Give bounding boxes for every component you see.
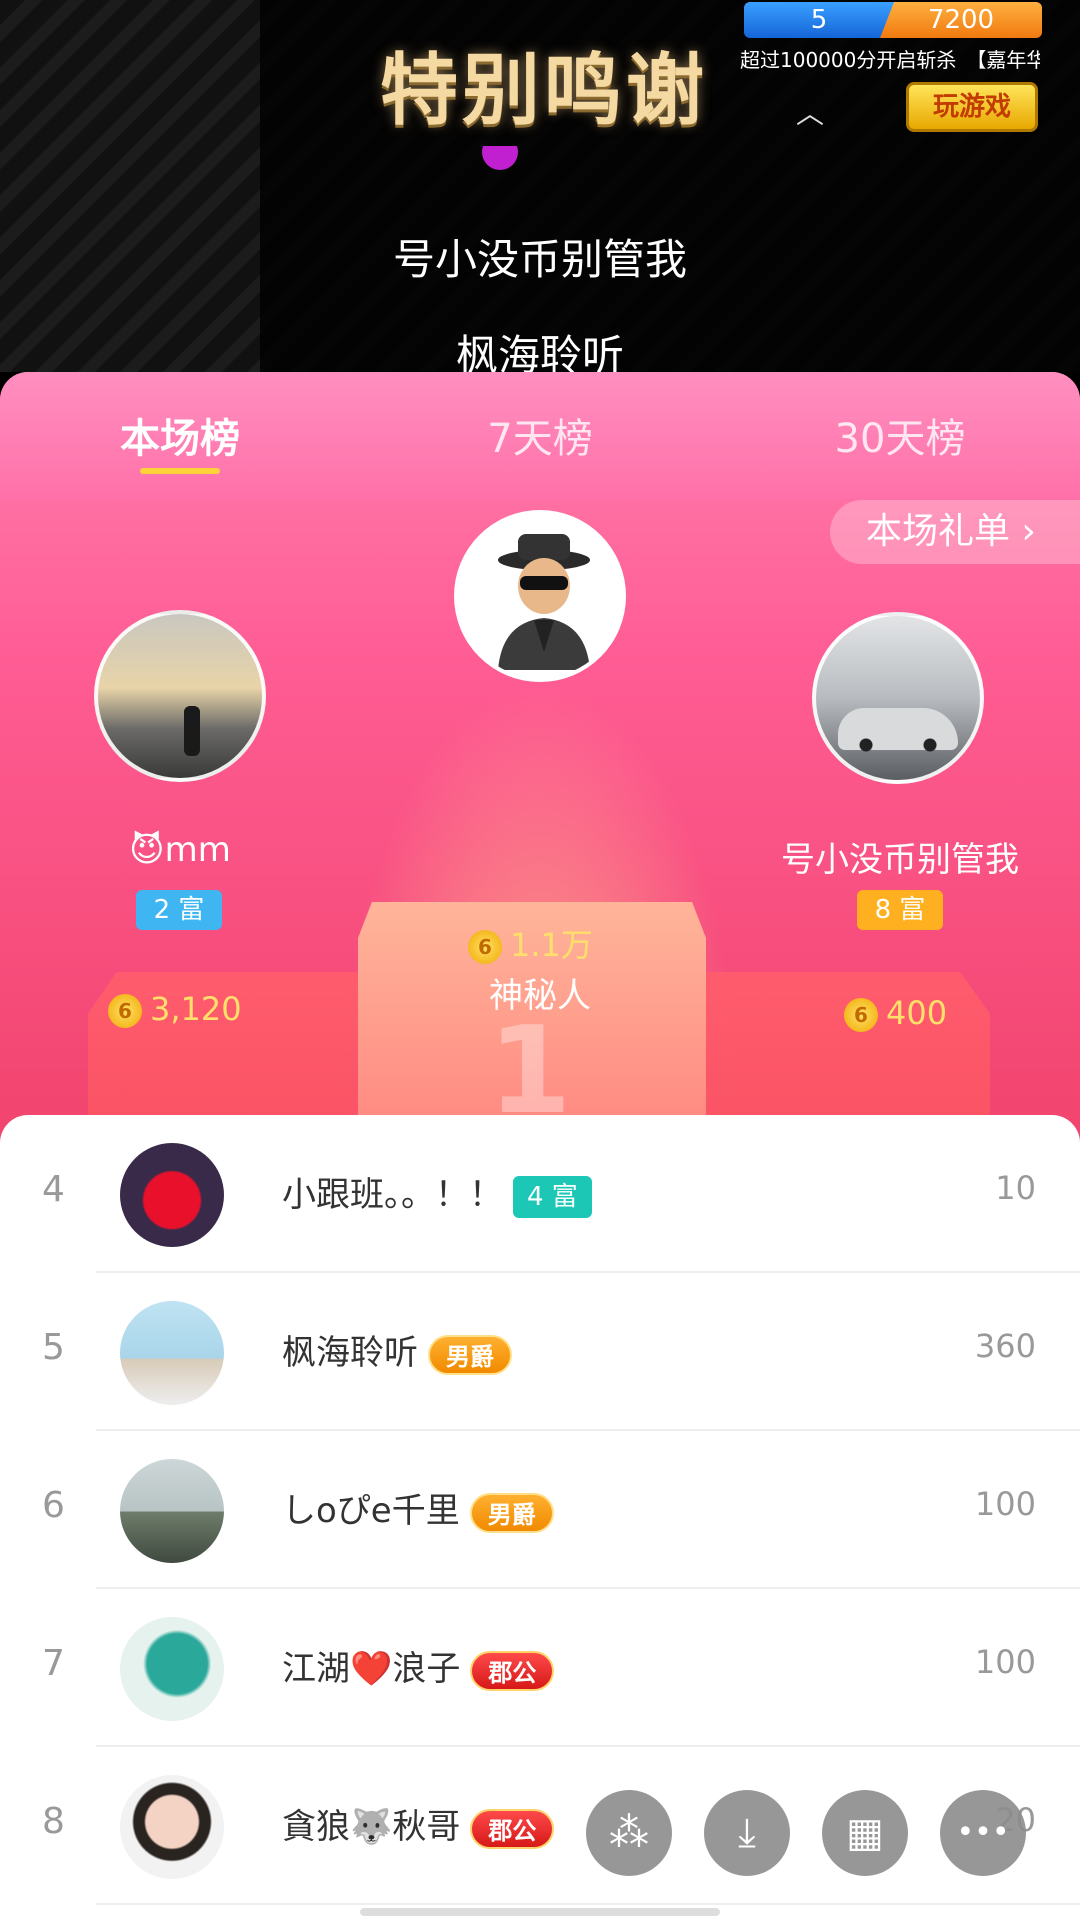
third-place-amount: 6 400 xyxy=(844,994,947,1032)
user-name-row: 貪狼🐺秋哥 郡公 xyxy=(282,1799,555,1849)
gift-list-button[interactable]: 本场礼单 › xyxy=(830,500,1080,564)
ranking-list: 4 小跟班。。！！ 4 富 10 5 枫海聆听 男爵 360 6 しoぴe千里 男爵 … xyxy=(0,1115,1080,1920)
credit-name: 号小没币别管我 xyxy=(392,235,687,284)
tab-7-days[interactable]: 7天榜 xyxy=(360,372,720,500)
noble-badge: 郡公 xyxy=(470,1808,555,1849)
avatar[interactable] xyxy=(120,1459,224,1563)
avatar-second[interactable] xyxy=(94,610,266,782)
chevron-up-icon[interactable]: ︿ xyxy=(796,92,824,132)
noble-badge: 男爵 xyxy=(469,1492,554,1533)
avatar-first[interactable] xyxy=(454,510,626,682)
credit-name: 枫海聆听 xyxy=(455,331,624,372)
noble-badge: 郡公 xyxy=(470,1650,555,1691)
home-indicator xyxy=(360,1908,720,1916)
second-place-level-badge: 2 富 xyxy=(136,890,222,930)
rank-number: 4 xyxy=(42,1169,65,1210)
second-place-amount: 6 3,120 xyxy=(108,990,242,1028)
user-name-row: 江湖❤️浪子 郡公 xyxy=(282,1641,555,1691)
tab-30-days[interactable]: 30天榜 xyxy=(720,372,1080,500)
game-score-bar[interactable]: 5 7200 xyxy=(744,2,1042,38)
user-name-row: 小跟班。。！！ 4 富 xyxy=(282,1167,592,1218)
list-item[interactable]: 6 しoぴe千里 男爵 100 xyxy=(0,1431,1080,1589)
score: 360 xyxy=(974,1327,1036,1365)
credit-partial-avatar xyxy=(482,146,522,174)
tab-underline xyxy=(140,468,220,474)
grid-icon[interactable]: ▦ xyxy=(822,1790,908,1876)
rank-number: 8 xyxy=(42,1801,65,1842)
third-place-name: 号小没币别管我 xyxy=(781,840,1019,880)
download-icon[interactable]: ⤓ xyxy=(704,1790,790,1876)
avatar[interactable] xyxy=(120,1775,224,1879)
mystery-person-icon xyxy=(498,534,590,670)
rank-number: 6 xyxy=(42,1485,65,1526)
car-picture xyxy=(838,708,958,752)
play-game-button[interactable]: 玩游戏 xyxy=(906,82,1038,132)
game-marquee: 超过100000分开启斩杀 【嘉年华 xyxy=(740,48,1040,72)
avatar[interactable] xyxy=(120,1143,224,1247)
score-right: 7200 xyxy=(880,2,1042,38)
tab-this-show[interactable]: 本场榜 xyxy=(0,372,360,500)
second-place-name: 😈mm xyxy=(129,830,231,870)
coin-icon: 6 xyxy=(468,930,502,964)
coin-icon: 6 xyxy=(844,998,878,1032)
level-badge: 4 富 xyxy=(513,1175,592,1218)
score: 10 xyxy=(995,1169,1036,1207)
avatar[interactable] xyxy=(120,1617,224,1721)
rank-number: 5 xyxy=(42,1327,65,1368)
list-item[interactable]: 5 枫海聆听 男爵 360 xyxy=(0,1273,1080,1431)
avatar[interactable] xyxy=(120,1301,224,1405)
share-icon[interactable]: ⁂ xyxy=(586,1790,672,1876)
special-thanks-title: 特别鸣谢 xyxy=(380,46,709,136)
user-name-row: 枫海聆听 男爵 xyxy=(282,1325,512,1375)
first-place-name: 神秘人 xyxy=(489,976,591,1016)
more-icon[interactable]: ••• xyxy=(940,1790,1026,1876)
rank-number: 7 xyxy=(42,1643,65,1684)
divider xyxy=(96,1903,1080,1905)
user-name-row: しoぴe千里 男爵 xyxy=(282,1483,554,1533)
score: 100 xyxy=(974,1643,1036,1681)
list-item[interactable]: 8 貪狼🐺秋哥郡公 20 xyxy=(0,1747,1080,1905)
first-place-amount: 6 1.1万 xyxy=(468,920,593,966)
score-left: 5 xyxy=(744,2,894,38)
tab-bar: 本场榜 7天榜 30天榜 xyxy=(0,372,1080,500)
list-item[interactable]: 7 江湖❤️浪子 郡公 100 xyxy=(0,1589,1080,1747)
person-silhouette xyxy=(184,706,200,756)
score: 100 xyxy=(974,1485,1036,1523)
avatar-third[interactable] xyxy=(812,612,984,784)
third-place-level-badge: 8 富 xyxy=(857,890,943,930)
noble-badge: 男爵 xyxy=(428,1334,512,1375)
coin-icon: 6 xyxy=(108,994,142,1028)
list-item[interactable]: 4 小跟班。。！！ 4 富 10 xyxy=(0,1115,1080,1273)
